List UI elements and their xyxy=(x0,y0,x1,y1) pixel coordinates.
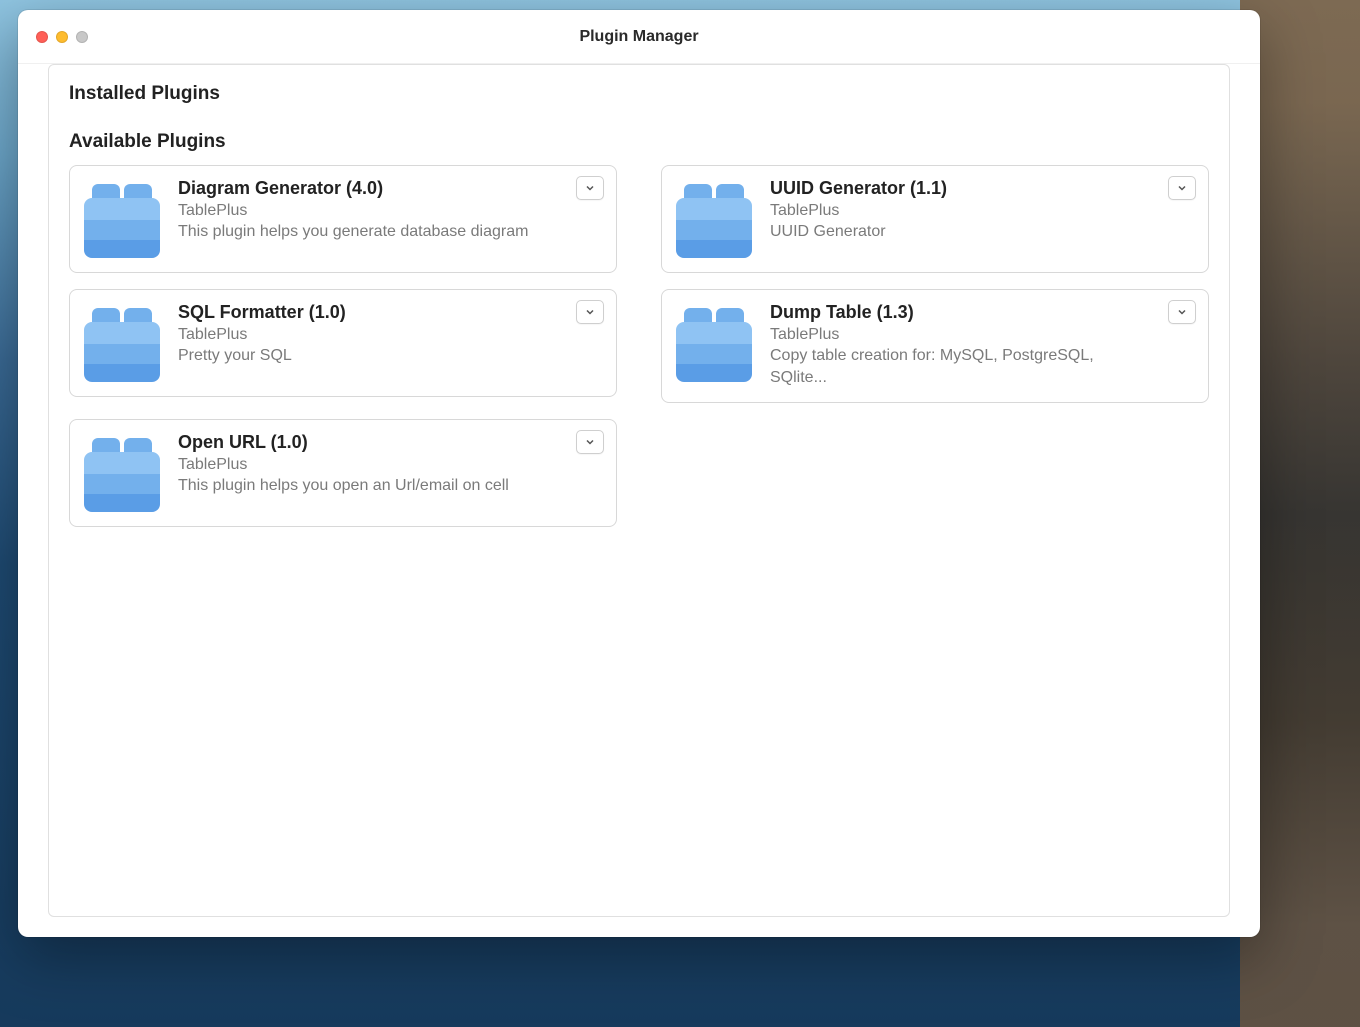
chevron-down-icon xyxy=(584,306,596,318)
window-title: Plugin Manager xyxy=(18,28,1260,46)
maximize-button[interactable] xyxy=(76,31,88,43)
content-area: Installed Plugins Available Plugins Diag… xyxy=(18,64,1260,937)
plugin-author: TablePlus xyxy=(178,202,562,220)
plugin-description: This plugin helps you open an Url/email … xyxy=(178,475,562,497)
plugin-description: Copy table creation for: MySQL, PostgreS… xyxy=(770,345,1154,388)
plugin-author: TablePlus xyxy=(178,456,562,474)
content-panel: Installed Plugins Available Plugins Diag… xyxy=(48,64,1230,917)
chevron-down-icon xyxy=(584,436,596,448)
traffic-lights xyxy=(36,31,88,43)
plugin-card-dump-table[interactable]: Dump Table (1.3) TablePlus Copy table cr… xyxy=(661,289,1209,403)
available-plugins-heading: Available Plugins xyxy=(69,131,1209,153)
plugin-brick-icon xyxy=(84,306,160,382)
plugin-info: SQL Formatter (1.0) TablePlus Pretty you… xyxy=(178,302,602,367)
plugin-brick-icon xyxy=(84,182,160,258)
titlebar: Plugin Manager xyxy=(18,10,1260,64)
plugin-title: SQL Formatter (1.0) xyxy=(178,302,562,323)
plugin-author: TablePlus xyxy=(770,202,1154,220)
plugin-description: This plugin helps you generate database … xyxy=(178,221,562,243)
plugin-info: UUID Generator (1.1) TablePlus UUID Gene… xyxy=(770,178,1194,243)
plugin-description: Pretty your SQL xyxy=(178,345,562,367)
plugin-card-diagram-generator[interactable]: Diagram Generator (4.0) TablePlus This p… xyxy=(69,165,617,273)
plugin-manager-window: Plugin Manager Installed Plugins Availab… xyxy=(18,10,1260,937)
plugin-actions-dropdown[interactable] xyxy=(576,300,604,324)
chevron-down-icon xyxy=(584,182,596,194)
plugin-actions-dropdown[interactable] xyxy=(576,176,604,200)
plugin-info: Dump Table (1.3) TablePlus Copy table cr… xyxy=(770,302,1194,388)
close-button[interactable] xyxy=(36,31,48,43)
installed-plugins-heading: Installed Plugins xyxy=(69,83,1209,105)
plugin-title: Diagram Generator (4.0) xyxy=(178,178,562,199)
plugin-brick-icon xyxy=(676,306,752,382)
plugin-brick-icon xyxy=(84,436,160,512)
plugin-author: TablePlus xyxy=(178,326,562,344)
plugin-actions-dropdown[interactable] xyxy=(576,430,604,454)
plugin-title: UUID Generator (1.1) xyxy=(770,178,1154,199)
minimize-button[interactable] xyxy=(56,31,68,43)
plugin-card-uuid-generator[interactable]: UUID Generator (1.1) TablePlus UUID Gene… xyxy=(661,165,1209,273)
plugin-info: Diagram Generator (4.0) TablePlus This p… xyxy=(178,178,602,243)
plugin-card-sql-formatter[interactable]: SQL Formatter (1.0) TablePlus Pretty you… xyxy=(69,289,617,397)
plugin-title: Open URL (1.0) xyxy=(178,432,562,453)
plugin-actions-dropdown[interactable] xyxy=(1168,300,1196,324)
plugin-brick-icon xyxy=(676,182,752,258)
plugin-info: Open URL (1.0) TablePlus This plugin hel… xyxy=(178,432,602,497)
chevron-down-icon xyxy=(1176,182,1188,194)
plugin-title: Dump Table (1.3) xyxy=(770,302,1154,323)
plugin-actions-dropdown[interactable] xyxy=(1168,176,1196,200)
chevron-down-icon xyxy=(1176,306,1188,318)
plugin-card-open-url[interactable]: Open URL (1.0) TablePlus This plugin hel… xyxy=(69,419,617,527)
plugin-author: TablePlus xyxy=(770,326,1154,344)
plugin-grid: Diagram Generator (4.0) TablePlus This p… xyxy=(69,165,1209,527)
plugin-description: UUID Generator xyxy=(770,221,1154,243)
